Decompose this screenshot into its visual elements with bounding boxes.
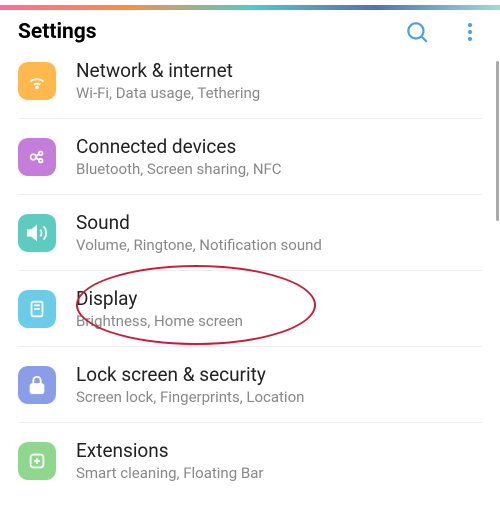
- settings-list: Network & internet Wi-Fi, Data usage, Te…: [0, 55, 500, 498]
- item-text: Network & internet Wi-Fi, Data usage, Te…: [76, 59, 482, 102]
- item-text: Display Brightness, Home screen: [76, 287, 482, 330]
- item-subtitle: Smart cleaning, Floating Bar: [76, 464, 482, 482]
- item-subtitle: Volume, Ringtone, Notification sound: [76, 236, 482, 254]
- sound-icon: [18, 214, 56, 252]
- item-title: Lock screen & security: [76, 363, 482, 386]
- more-vertical-icon: [458, 20, 482, 44]
- item-subtitle: Wi-Fi, Data usage, Tethering: [76, 84, 482, 102]
- connected-devices-icon: [18, 138, 56, 176]
- page-title: Settings: [18, 20, 97, 44]
- settings-item-display[interactable]: Display Brightness, Home screen: [18, 271, 482, 347]
- item-text: Lock screen & security Screen lock, Fing…: [76, 363, 482, 406]
- item-subtitle: Bluetooth, Screen sharing, NFC: [76, 160, 482, 178]
- network-icon: [18, 62, 56, 100]
- item-subtitle: Brightness, Home screen: [76, 312, 482, 330]
- settings-item-sound[interactable]: Sound Volume, Ringtone, Notification sou…: [18, 195, 482, 271]
- lock-icon: [18, 366, 56, 404]
- settings-item-lock-screen[interactable]: Lock screen & security Screen lock, Fing…: [18, 347, 482, 423]
- settings-item-connected-devices[interactable]: Connected devices Bluetooth, Screen shar…: [18, 119, 482, 195]
- scrollbar[interactable]: [496, 61, 499, 221]
- gradient-border: [0, 5, 500, 10]
- extensions-icon: [18, 442, 56, 480]
- search-button[interactable]: [404, 19, 430, 45]
- header: Settings: [0, 5, 500, 55]
- settings-item-network[interactable]: Network & internet Wi-Fi, Data usage, Te…: [18, 55, 482, 119]
- item-subtitle: Screen lock, Fingerprints, Location: [76, 388, 482, 406]
- item-title: Network & internet: [76, 59, 482, 82]
- settings-item-extensions[interactable]: Extensions Smart cleaning, Floating Bar: [18, 423, 482, 498]
- header-actions: [404, 19, 482, 45]
- item-text: Extensions Smart cleaning, Floating Bar: [76, 439, 482, 482]
- more-button[interactable]: [458, 20, 482, 44]
- search-icon: [404, 19, 430, 45]
- item-title: Sound: [76, 211, 482, 234]
- item-title: Display: [76, 287, 482, 310]
- item-title: Extensions: [76, 439, 482, 462]
- item-text: Sound Volume, Ringtone, Notification sou…: [76, 211, 482, 254]
- display-icon: [18, 290, 56, 328]
- item-title: Connected devices: [76, 135, 482, 158]
- item-text: Connected devices Bluetooth, Screen shar…: [76, 135, 482, 178]
